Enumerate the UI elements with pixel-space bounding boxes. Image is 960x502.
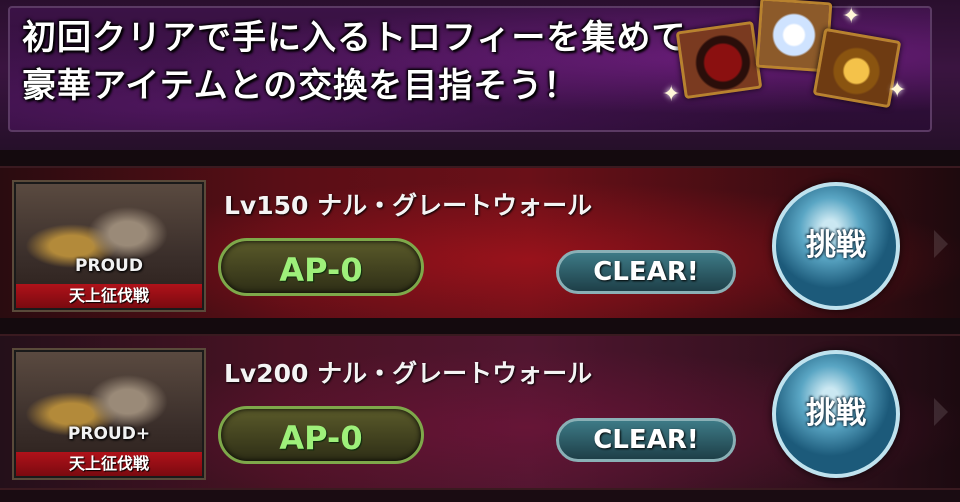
quest-rank: PROUD bbox=[75, 256, 143, 276]
quest-thumbnail: PROUD 天上征伐戦 bbox=[12, 180, 206, 312]
clear-status-badge: CLEAR! bbox=[556, 250, 736, 294]
quest-row[interactable]: PROUD+ 天上征伐戦 Lv200 ナル・グレートウォール AP-0 CLEA… bbox=[0, 334, 960, 490]
clear-status-badge: CLEAR! bbox=[556, 418, 736, 462]
ruby-gem-icon bbox=[675, 20, 763, 100]
quest-title: Lv200 ナル・グレートウォール bbox=[224, 359, 593, 388]
chevron-right-icon bbox=[934, 398, 948, 426]
quest-thumbnail: PROUD+ 天上征伐戦 bbox=[12, 348, 206, 480]
banner-line-2: 豪華アイテムとの交換を目指そう！ bbox=[22, 66, 579, 106]
sparkle-icon: ✦ bbox=[888, 78, 907, 103]
quest-type-label: 天上征伐戦 bbox=[16, 284, 202, 308]
challenge-button[interactable]: 挑戦 bbox=[772, 182, 900, 310]
ap-cost-badge: AP-0 bbox=[218, 406, 424, 464]
sparkle-icon: ✦ bbox=[662, 82, 681, 107]
divider bbox=[0, 318, 960, 334]
banner-line-1: 初回クリアで手に入るトロフィーを集めて bbox=[22, 18, 687, 58]
chevron-right-icon bbox=[934, 230, 948, 258]
trophy-banner: 初回クリアで手に入るトロフィーを集めて 豪華アイテムとの交換を目指そう！ ✦ ✦ … bbox=[0, 0, 960, 150]
sparkle-icon: ✦ bbox=[842, 4, 861, 29]
quest-type-label: 天上征伐戦 bbox=[16, 452, 202, 476]
quest-rank: PROUD+ bbox=[67, 424, 151, 444]
divider bbox=[0, 150, 960, 166]
ap-cost-badge: AP-0 bbox=[218, 238, 424, 296]
quest-title: Lv150 ナル・グレートウォール bbox=[224, 191, 593, 220]
banner-text: 初回クリアで手に入るトロフィーを集めて 豪華アイテムとの交換を目指そう！ bbox=[22, 14, 686, 110]
challenge-button[interactable]: 挑戦 bbox=[772, 350, 900, 478]
quest-row[interactable]: PROUD 天上征伐戦 Lv150 ナル・グレートウォール AP-0 CLEAR… bbox=[0, 166, 960, 322]
